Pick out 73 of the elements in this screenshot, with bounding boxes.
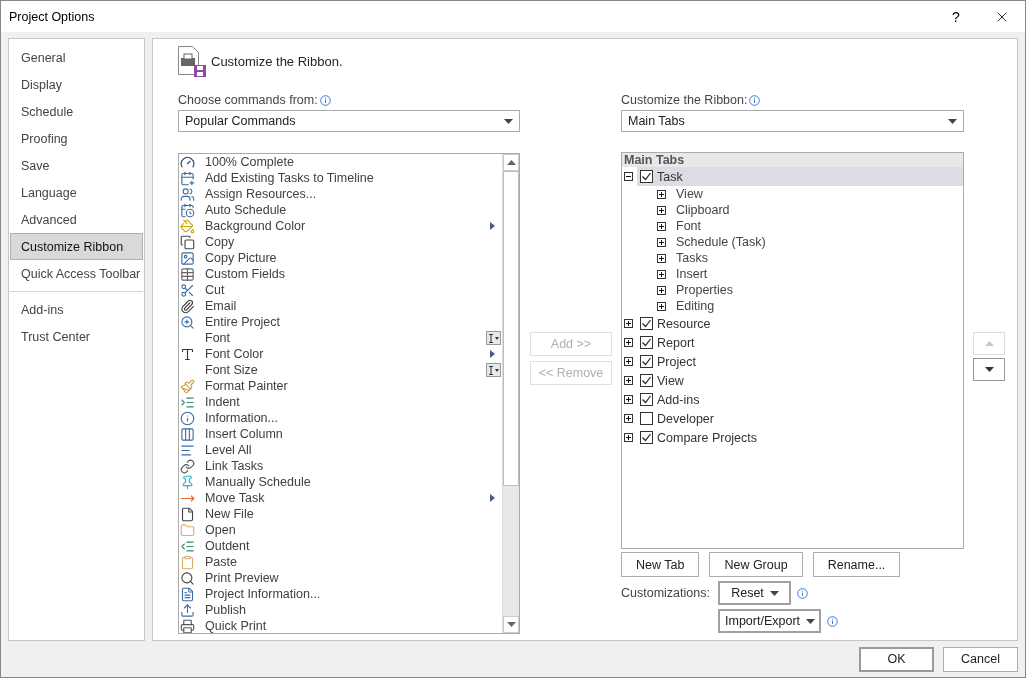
tree-tab-item[interactable]: Project bbox=[637, 352, 963, 371]
tree-group-item[interactable]: Properties bbox=[676, 283, 733, 297]
tree-tab-item[interactable]: Resource bbox=[637, 314, 963, 333]
ok-button[interactable]: OK bbox=[859, 646, 934, 672]
sidebar-item[interactable]: Customize Ribbon bbox=[10, 233, 143, 260]
command-item[interactable]: Copy Picture bbox=[205, 251, 502, 265]
command-item[interactable]: Publish bbox=[205, 603, 502, 617]
command-item[interactable]: Font Color bbox=[205, 347, 490, 361]
sidebar-item[interactable]: Proofing bbox=[10, 125, 143, 152]
tree-header: Main Tabs bbox=[622, 153, 963, 167]
window-title: Project Options bbox=[9, 9, 96, 24]
command-item[interactable]: Indent bbox=[205, 395, 502, 409]
command-item[interactable]: Entire Project bbox=[205, 315, 502, 329]
command-item[interactable]: 100% Complete bbox=[205, 155, 502, 169]
tree-group-item[interactable]: Clipboard bbox=[676, 203, 730, 217]
command-item[interactable]: Email bbox=[205, 299, 502, 313]
tree-tab-item[interactable]: Task bbox=[637, 167, 963, 186]
ribbon-action-button[interactable]: New Group bbox=[709, 552, 803, 577]
tree-group-item[interactable]: Font bbox=[676, 219, 701, 233]
command-item[interactable]: New File bbox=[205, 507, 502, 521]
sidebar-item[interactable]: Save bbox=[10, 152, 143, 179]
tree-group-item[interactable]: Schedule (Task) bbox=[676, 235, 766, 249]
sidebar-item[interactable]: General bbox=[10, 44, 143, 71]
command-item[interactable]: Open bbox=[205, 523, 502, 537]
command-item[interactable]: Format Painter bbox=[205, 379, 502, 393]
command-item[interactable]: Auto Schedule bbox=[205, 203, 502, 217]
tree-tab-item[interactable]: Report bbox=[637, 333, 963, 352]
ribbon-action-button[interactable]: Rename... bbox=[812, 552, 901, 577]
command-item[interactable]: Insert Column bbox=[205, 427, 502, 441]
sidebar-item[interactable]: Display bbox=[10, 71, 143, 98]
import-export-button[interactable]: Import/Export bbox=[718, 609, 822, 633]
page-title: Customize the Ribbon. bbox=[211, 53, 343, 69]
command-item[interactable]: Level All bbox=[205, 443, 502, 457]
reset-button[interactable]: Reset bbox=[718, 581, 791, 605]
sidebar-item[interactable]: Add-ins bbox=[10, 296, 143, 323]
command-item[interactable]: Background Color bbox=[205, 219, 490, 233]
command-item[interactable]: Add Existing Tasks to Timeline bbox=[205, 171, 502, 185]
command-item[interactable]: Outdent bbox=[205, 539, 502, 553]
tree-tab-item[interactable]: Developer bbox=[637, 409, 963, 428]
help-button[interactable]: ? bbox=[933, 1, 979, 32]
command-item[interactable]: Quick Print bbox=[205, 619, 502, 633]
command-item[interactable]: Assign Resources... bbox=[205, 187, 502, 201]
command-item[interactable]: Custom Fields bbox=[205, 267, 502, 281]
command-item[interactable]: Paste bbox=[205, 555, 502, 569]
sidebar-item[interactable]: Schedule bbox=[10, 98, 143, 125]
command-item[interactable]: Link Tasks bbox=[205, 459, 502, 473]
tree-tab-item[interactable]: Add-ins bbox=[637, 390, 963, 409]
customizations-label: Customizations: bbox=[621, 586, 711, 600]
command-item[interactable]: Cut bbox=[205, 283, 502, 297]
command-item[interactable]: Font Size bbox=[205, 363, 486, 377]
tree-group-item[interactable]: View bbox=[676, 187, 703, 201]
command-item[interactable]: Manually Schedule bbox=[205, 475, 502, 489]
sidebar-item[interactable]: Advanced bbox=[10, 206, 143, 233]
command-item[interactable]: Move Task bbox=[205, 491, 490, 505]
field-label: Customize the Ribbon: bbox=[621, 93, 748, 107]
ribbon-dropdown[interactable]: Main Tabs bbox=[621, 110, 964, 132]
field-label: Choose commands from: bbox=[178, 93, 318, 107]
ribbon-action-button[interactable]: New Tab bbox=[621, 552, 700, 577]
tree-group-item[interactable]: Tasks bbox=[676, 251, 708, 265]
command-item[interactable]: Copy bbox=[205, 235, 502, 249]
sidebar-item[interactable]: Quick Access Toolbar bbox=[10, 260, 143, 287]
tree-group-item[interactable]: Insert bbox=[676, 267, 708, 281]
commands-dropdown[interactable]: Popular Commands bbox=[178, 110, 520, 132]
cancel-button[interactable]: Cancel bbox=[943, 646, 1018, 672]
command-item[interactable]: Project Information... bbox=[205, 587, 502, 601]
command-item[interactable]: Information... bbox=[205, 411, 502, 425]
sidebar-item[interactable]: Trust Center bbox=[10, 323, 143, 350]
tree-tab-item[interactable]: View bbox=[637, 371, 963, 390]
command-item[interactable]: Font bbox=[205, 331, 486, 345]
sidebar-item[interactable]: Language bbox=[10, 179, 143, 206]
tree-group-item[interactable]: Editing bbox=[676, 299, 715, 313]
tree-tab-item[interactable]: Compare Projects bbox=[637, 428, 963, 447]
command-item[interactable]: Print Preview bbox=[205, 571, 502, 585]
